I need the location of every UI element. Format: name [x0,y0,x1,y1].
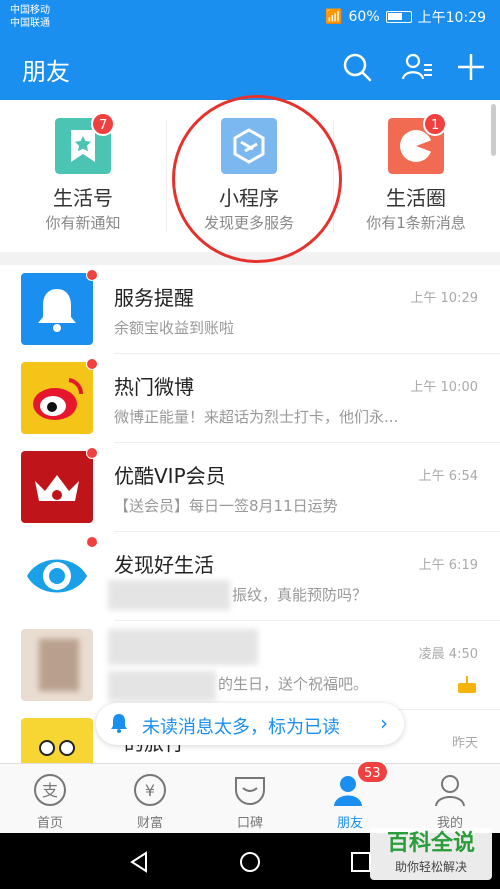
quick-entry-title: 生活圈 [386,186,446,210]
row-time: 凌晨 4:50 [418,647,478,662]
home-nav-icon[interactable] [239,851,261,873]
redacted-area [39,639,79,691]
bell-icon [111,714,127,733]
row-subtitle: 微博正能量！来超话为烈士打卡，他们永... [114,408,399,426]
row-time: 上午 6:54 [418,469,478,484]
list-item[interactable]: 热门微博 微博正能量！来超话为烈士打卡，他们永... 上午 10:00 [0,354,500,443]
unread-dot [86,447,98,459]
tab-home[interactable]: 支 首页 [0,764,100,834]
mark-all-read-label: 未读消息太多，标为已读 [142,717,340,738]
row-time: 上午 10:00 [410,380,478,395]
mark-all-read-button[interactable]: 未读消息太多，标为已读 › [96,703,404,745]
tab-mine[interactable]: 我的 [400,764,500,834]
life-account-badge: 7 [91,112,116,136]
page-title: 朋友 [22,58,70,86]
quick-entry-subtitle: 你有1条新消息 [366,214,466,232]
watermark-title: 百科全说 [386,831,475,856]
list-item[interactable]: 优酷VIP会员 【送会员】每日一签8月11日运势 上午 6:54 [0,443,500,532]
row-time: 上午 6:19 [418,558,478,573]
watermark: 百科全说 助你轻松解决 [370,828,492,880]
highlight-circle [172,95,342,263]
list-item[interactable]: 服务提醒 余额宝收益到账啦 上午 10:29 [0,265,500,354]
koubei-icon [235,777,265,805]
signal-icon: 📶 [325,9,343,25]
row-title: 优酷VIP会员 [114,464,226,488]
unread-dot [86,536,98,548]
quick-entry-subtitle: 你有新通知 [45,214,121,232]
status-time: 上午10:29 [417,10,486,26]
bell-icon [21,273,93,345]
message-list: 服务提醒 余额宝收益到账啦 上午 10:29 热门微博 微博正能量！来超话为烈士… [0,265,500,763]
contact-avatar [21,629,93,701]
row-title: 服务提醒 [114,286,194,310]
contacts-icon[interactable] [400,50,434,84]
weibo-icon [21,362,93,434]
back-icon[interactable] [128,851,150,873]
user-icon [435,775,465,807]
tab-friends[interactable]: 53 朋友 [300,760,400,834]
redacted-area [108,671,216,701]
app-bar: 朋友 [0,36,500,100]
cake-icon [458,676,476,693]
status-indicators: 📶 60% 上午10:29 [325,7,486,27]
tab-bar: 支 首页 ¥ 财富 口碑 53 朋友 我的 [0,760,500,834]
add-icon[interactable] [454,50,488,84]
row-title: 热门微博 [114,375,194,399]
svg-text:¥: ¥ [145,781,155,800]
chevron-right-icon: › [380,711,388,735]
quick-entry-title: 生活号 [53,186,113,210]
cartoon-icon [21,718,93,763]
list-item[interactable]: 发现好生活 振纹，真能预防吗？ 上午 6:19 [0,532,500,621]
tab-koubei[interactable]: 口碑 [200,764,300,834]
search-icon[interactable] [340,50,374,84]
youku-icon [21,451,93,523]
row-subtitle: 余额宝收益到账啦 [114,319,235,337]
row-time: 上午 10:29 [410,291,478,306]
row-subtitle: 振纹，真能预防吗？ [232,586,368,604]
quick-entry-life-account[interactable]: 7 生活号 你有新通知 [0,100,166,252]
friends-badge: 53 [356,760,389,784]
redacted-area [108,580,230,610]
watermark-subtitle: 助你轻松解决 [394,860,467,874]
row-time: 昨天 [451,736,478,751]
tab-label: 口碑 [236,816,263,831]
yen-icon: ¥ [134,774,166,806]
home-icon: 支 [34,774,66,806]
row-subtitle: 【送会员】每日一签8月11日运势 [114,497,338,515]
unread-dot [86,269,98,281]
svg-text:支: 支 [42,781,58,800]
battery-icon [385,11,412,23]
tab-label: 财富 [136,816,163,831]
carrier-2: 中国联通 [10,18,50,29]
status-bar: 中国移动 中国联通 📶 60% 上午10:29 [0,0,500,36]
row-title: 发现好生活 [114,553,214,577]
scrollbar[interactable] [491,104,496,156]
carrier-1: 中国移动 [10,5,50,16]
eye-icon [21,540,93,612]
battery-percent: 60% [348,9,380,25]
list-item[interactable]: 的生日，送个祝福吧。 凌晨 4:50 [0,621,500,710]
tab-wealth[interactable]: ¥ 财富 [100,764,200,834]
redacted-area [108,629,258,665]
quick-entry-life-circle[interactable]: 1 生活圈 你有1条新消息 [333,100,499,252]
tab-label: 首页 [36,816,63,831]
unread-dot [86,358,98,370]
recents-icon[interactable] [350,851,372,873]
carrier-info: 中国移动 中国联通 [10,4,50,30]
